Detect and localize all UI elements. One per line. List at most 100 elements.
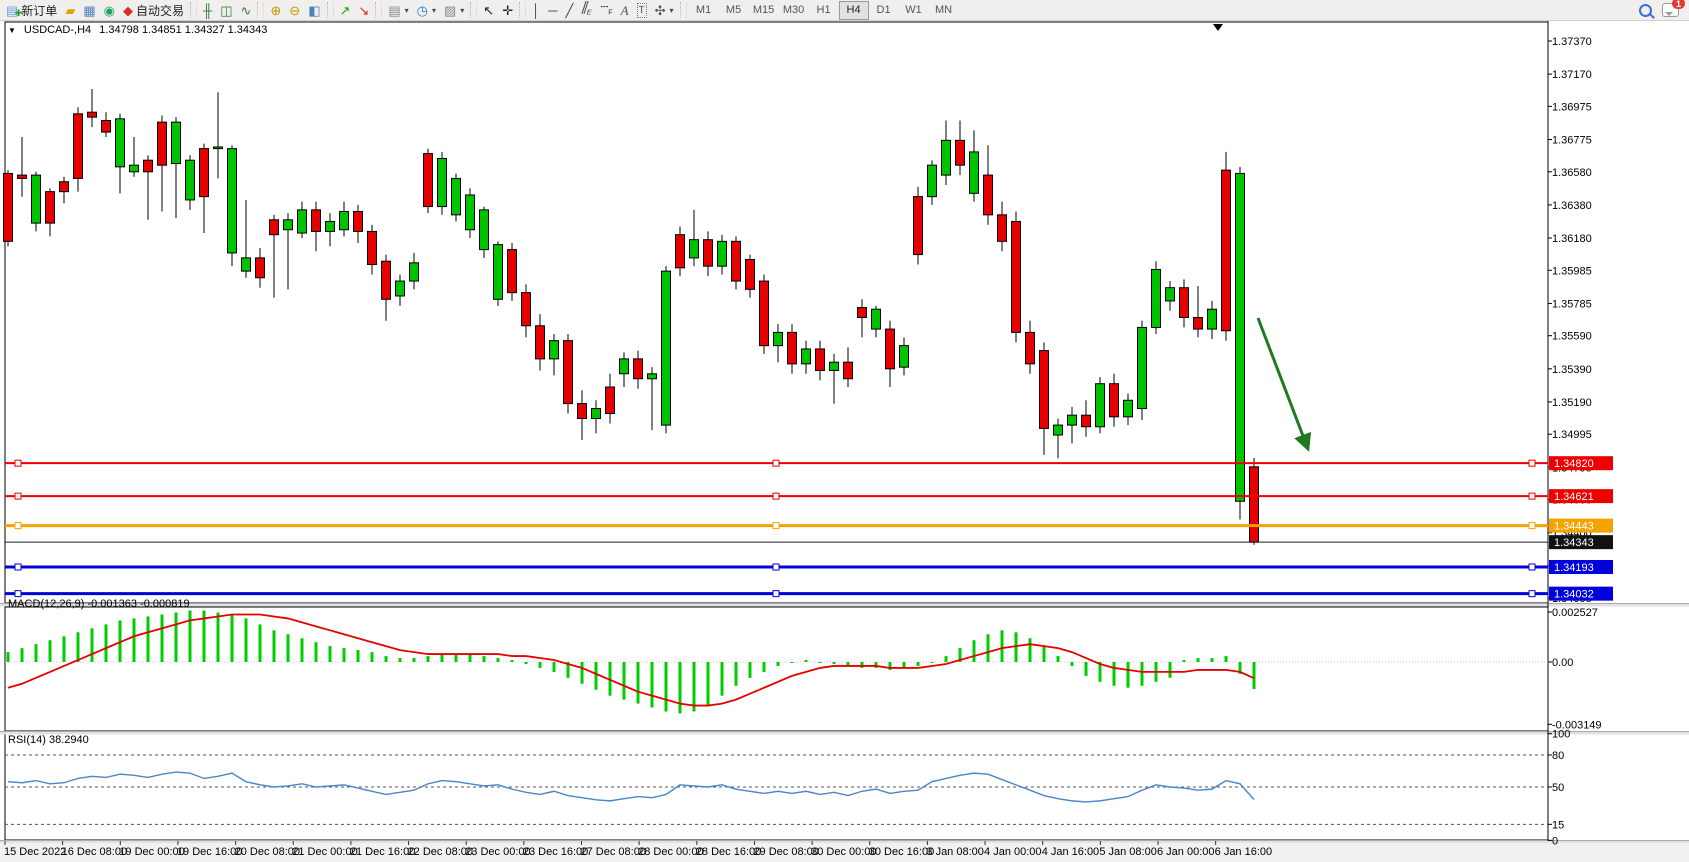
text-button[interactable]: A xyxy=(617,0,633,21)
timeframe-m5-button[interactable]: M5 xyxy=(719,1,749,20)
macd-bar xyxy=(819,662,822,663)
text-label-button[interactable]: T xyxy=(633,0,651,21)
chart-window-button[interactable]: ▰ xyxy=(61,0,79,21)
candle-body xyxy=(214,147,223,149)
candle-body xyxy=(326,221,335,231)
shapes-button[interactable]: ✣▾ xyxy=(651,0,678,21)
candle-body xyxy=(102,120,111,132)
candle-body xyxy=(18,175,27,178)
cursor-button[interactable]: ↖ xyxy=(479,0,498,21)
candle-body xyxy=(438,159,447,207)
autotrading-button[interactable]: ◆自动交易 xyxy=(119,0,188,21)
macd-bar xyxy=(217,612,220,662)
macd-bar xyxy=(1085,662,1088,676)
price-tick-label: 1.34995 xyxy=(1552,429,1592,441)
macd-bar xyxy=(987,634,990,662)
text-icon: A xyxy=(621,4,629,17)
candle-body xyxy=(592,409,601,419)
chart-area: 1.373701.371701.369751.367751.365801.363… xyxy=(0,21,1689,862)
chart-canvas[interactable]: 1.373701.371701.369751.367751.365801.363… xyxy=(0,21,1689,862)
timeframe-mn-button[interactable]: MN xyxy=(929,1,959,20)
symbol-dropdown-icon[interactable]: ▼ xyxy=(8,26,16,35)
macd-bar xyxy=(497,658,500,662)
timeframe-m30-button[interactable]: M30 xyxy=(779,1,809,20)
tile-windows-button[interactable]: ◧ xyxy=(304,0,324,21)
hline-button[interactable]: ─ xyxy=(544,0,561,21)
template-icon: ▨ xyxy=(444,4,456,17)
navigator-button[interactable]: ◉ xyxy=(100,0,119,21)
crosshair-button[interactable]: ✛ xyxy=(498,0,517,21)
candlestick-button[interactable]: ◫ xyxy=(216,0,236,21)
crosshair-icon: ✛ xyxy=(502,4,513,17)
candle-body xyxy=(452,178,461,214)
bar-chart-button[interactable]: ╫ xyxy=(199,0,216,21)
candle-body xyxy=(928,165,937,196)
timeframe-h1-button[interactable]: H1 xyxy=(809,1,839,20)
candle-body xyxy=(900,346,909,368)
level-handle[interactable] xyxy=(1529,460,1535,466)
candle-body xyxy=(830,362,839,370)
candle-body xyxy=(942,140,951,175)
timeframe-h4-button[interactable]: H4 xyxy=(839,1,869,20)
macd-bar xyxy=(805,660,808,662)
market-watch-button[interactable]: ▦ xyxy=(79,0,99,21)
candle-body xyxy=(1180,288,1189,318)
search-icon[interactable] xyxy=(1639,4,1652,17)
candlestick-icon: ◫ xyxy=(220,4,232,17)
macd-bar xyxy=(1043,646,1046,662)
timeframe-w1-button[interactable]: W1 xyxy=(899,1,929,20)
periods-button[interactable]: ↘ xyxy=(354,0,373,21)
line-chart-button[interactable]: ∿ xyxy=(236,0,255,21)
chevron-down-icon: ▾ xyxy=(432,6,436,15)
timeframe-m1-button[interactable]: M1 xyxy=(689,1,719,20)
price-badge-label: 1.34820 xyxy=(1554,458,1594,470)
level-handle[interactable] xyxy=(15,460,21,466)
macd-bar xyxy=(1211,658,1214,662)
level-handle[interactable] xyxy=(1529,523,1535,529)
macd-indicator-label: MACD(12,26,9) -0.001363 -0.000819 xyxy=(8,598,190,610)
vline-button[interactable]: │ xyxy=(528,0,544,21)
period-menu-button[interactable]: ◷▾ xyxy=(413,0,440,21)
level-handle[interactable] xyxy=(1529,493,1535,499)
level-handle[interactable] xyxy=(773,460,779,466)
level-handle[interactable] xyxy=(15,591,21,597)
candle-body xyxy=(312,210,321,232)
macd-bar xyxy=(1225,656,1228,662)
candle-body xyxy=(242,258,251,271)
new-chart-button[interactable]: ▤▾ xyxy=(384,0,412,21)
macd-bar xyxy=(133,618,136,662)
time-tick-label: 15 Dec 2022 xyxy=(4,846,66,858)
price-tick-label: 1.35785 xyxy=(1552,298,1592,310)
level-handle[interactable] xyxy=(773,591,779,597)
level-handle[interactable] xyxy=(1529,564,1535,570)
template-button[interactable]: ▨▾ xyxy=(440,0,468,21)
level-handle[interactable] xyxy=(773,523,779,529)
level-handle[interactable] xyxy=(15,564,21,570)
macd-bar xyxy=(147,616,150,662)
autotrading-icon: ◆ xyxy=(123,4,133,17)
notification-icon[interactable]: 1 xyxy=(1662,3,1679,17)
line-chart-icon: ∿ xyxy=(240,4,251,17)
macd-bar xyxy=(77,632,80,662)
timeframe-d1-button[interactable]: D1 xyxy=(869,1,899,20)
zoom-out-button[interactable]: ⊖ xyxy=(285,0,304,21)
indicators-button[interactable]: ↗ xyxy=(336,0,355,21)
macd-bar xyxy=(1253,662,1256,689)
level-handle[interactable] xyxy=(15,493,21,499)
level-handle[interactable] xyxy=(773,493,779,499)
level-handle[interactable] xyxy=(773,564,779,570)
macd-bar xyxy=(651,662,654,708)
candle-body xyxy=(718,241,727,266)
chevron-down-icon: ▾ xyxy=(460,6,464,15)
fibonacci-button[interactable]: ┄F xyxy=(596,0,616,21)
level-handle[interactable] xyxy=(1529,591,1535,597)
channel-button[interactable]: ∥E xyxy=(577,0,596,21)
trendline-button[interactable]: ╱ xyxy=(561,0,577,21)
level-handle[interactable] xyxy=(15,523,21,529)
main-pane-border xyxy=(5,22,1548,603)
new-order-button[interactable]: ▤✚新订单 xyxy=(2,0,61,21)
macd-bar xyxy=(385,656,388,662)
timeframe-m15-button[interactable]: M15 xyxy=(749,1,779,20)
zoom-in-button[interactable]: ⊕ xyxy=(266,0,285,21)
toolbar-separator xyxy=(470,2,477,18)
